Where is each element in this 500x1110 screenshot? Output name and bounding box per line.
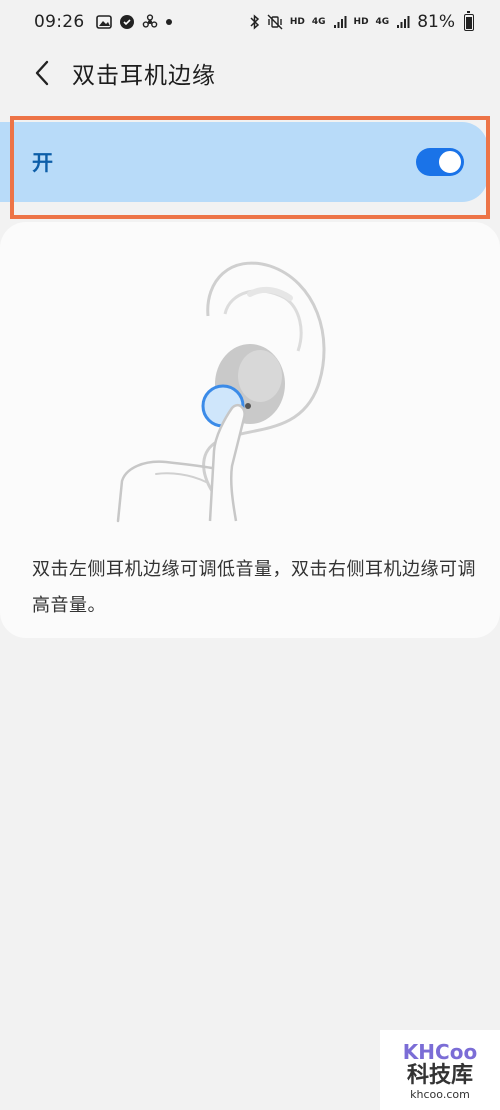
back-button[interactable]: [22, 48, 62, 98]
more-notifications-dot-icon: [165, 18, 173, 26]
page-title: 双击耳机边缘: [72, 63, 216, 89]
highlight-box: [10, 116, 490, 219]
status-right: HD 4G HD 4G 81%: [250, 10, 474, 32]
network-4g-label-2: 4G: [375, 16, 390, 27]
network-4g-label-1: 4G: [311, 16, 326, 27]
signal-icon-2: [396, 15, 410, 29]
hd-label-1: HD: [289, 16, 305, 27]
info-card: 双击左侧耳机边缘可调低音量，双击右侧耳机边缘可调高音量。: [0, 222, 500, 638]
screen: 09:26 HD 4G HD 4G 81% 双击耳机边缘 开 双击左侧耳机边缘可…: [0, 0, 500, 1110]
gallery-icon: [95, 15, 112, 29]
status-time: 09:26: [34, 12, 85, 32]
bluetooth-icon: [250, 14, 260, 30]
status-bar: 09:26 HD 4G HD 4G 81%: [0, 0, 500, 44]
battery-icon: [464, 10, 474, 31]
ear-tap-illustration: [116, 261, 326, 523]
info-description: 双击左侧耳机边缘可调低音量，双击右侧耳机边缘可调高音量。: [32, 559, 476, 616]
watermark-name: 科技库: [406, 1062, 473, 1088]
watermark-url: khcoo.com: [410, 1087, 470, 1101]
fan-icon: [142, 14, 158, 30]
header: 双击耳机边缘: [0, 48, 500, 98]
status-left: 09:26: [34, 12, 173, 32]
hd-label-2: HD: [353, 16, 369, 27]
signal-icon: [333, 15, 347, 29]
vibrate-mute-icon: [267, 14, 283, 30]
watermark: KHCoo 科技库 khcoo.com: [380, 1030, 500, 1110]
app-badge-icon: [119, 14, 135, 30]
chevron-left-icon: [35, 60, 49, 86]
watermark-logo: KHCoo: [402, 1039, 478, 1064]
battery-percent: 81%: [417, 12, 455, 32]
